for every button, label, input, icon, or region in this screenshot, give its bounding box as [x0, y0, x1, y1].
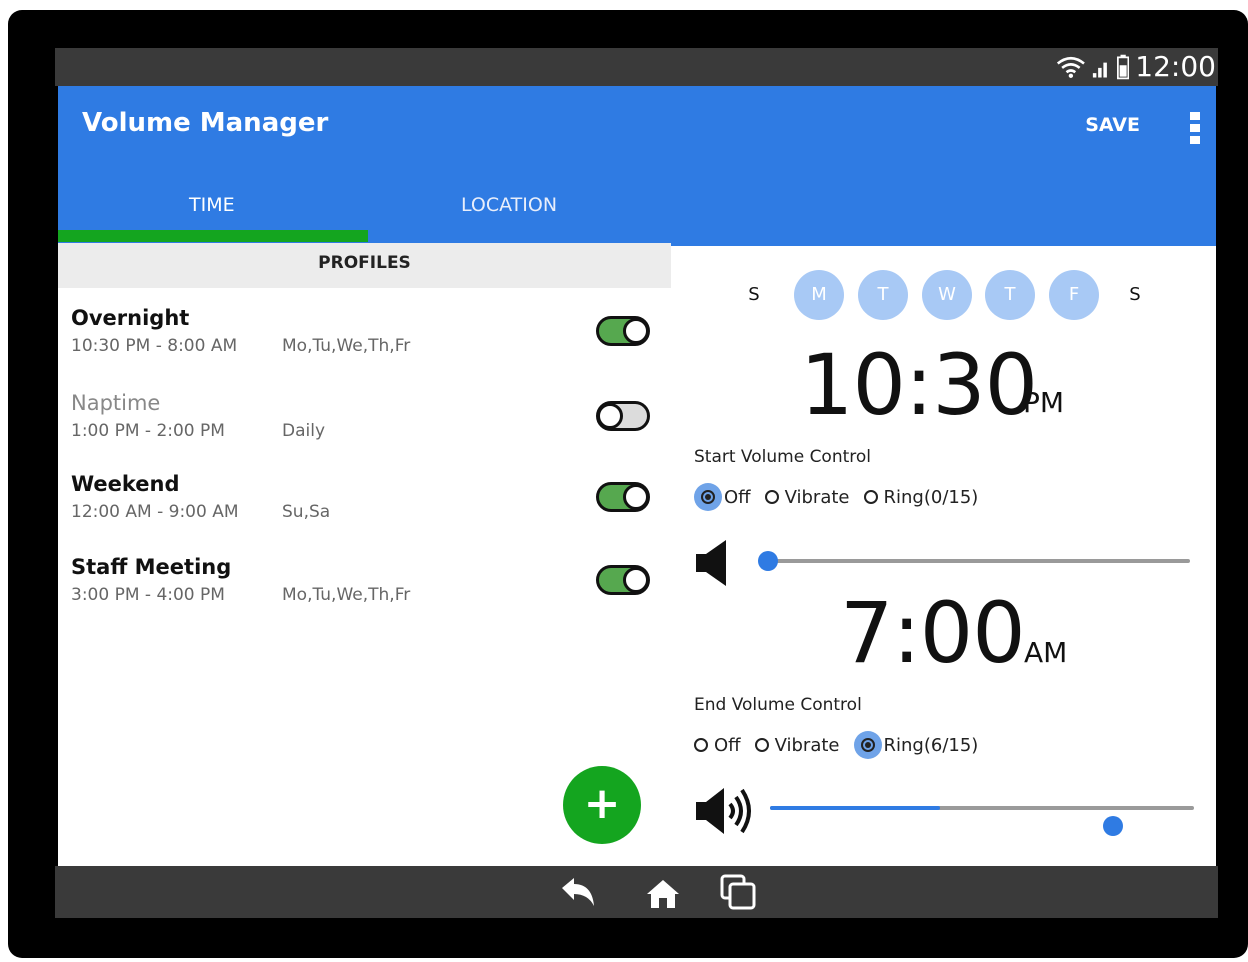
end-ring-value: (6/15): [923, 734, 979, 756]
profile-name: Weekend: [71, 472, 180, 496]
start-volume-slider[interactable]: [758, 551, 1190, 571]
profile-time: 10:30 PM - 8:00 AM: [71, 336, 238, 356]
radio-icon: [863, 490, 878, 504]
signal-icon: [1092, 62, 1107, 78]
end-option-vibrate[interactable]: Vibrate: [754, 735, 840, 756]
end-option-ring[interactable]: Ring (6/15): [853, 731, 979, 759]
navigation-bar: [55, 866, 1218, 918]
day-wednesday[interactable]: W: [922, 270, 972, 320]
tab-time[interactable]: TIME: [189, 194, 235, 216]
profile-days: Daily: [282, 421, 326, 441]
start-option-vibrate[interactable]: Vibrate: [764, 487, 850, 508]
end-volume-label: End Volume Control: [694, 695, 862, 715]
profile-days: Mo,Tu,We,Th,Fr: [282, 585, 411, 605]
speaker-loud-icon: [696, 788, 751, 834]
profile-item-naptime[interactable]: Naptime 1:00 PM - 2:00 PM Daily: [58, 391, 671, 461]
start-option-ring[interactable]: Ring (0/15): [863, 486, 979, 508]
status-bar: 12:00: [55, 48, 1218, 86]
battery-icon: [1117, 54, 1130, 80]
end-volume-fill: [770, 806, 940, 810]
start-ampm[interactable]: PM: [1023, 386, 1064, 419]
add-profile-button[interactable]: +: [563, 766, 641, 844]
day-tuesday[interactable]: T: [858, 270, 908, 320]
profile-toggle[interactable]: [596, 401, 650, 431]
start-ring-value: (0/15): [923, 486, 979, 508]
end-time[interactable]: 7:00: [840, 584, 1026, 682]
recent-apps-icon[interactable]: [718, 872, 758, 912]
end-volume-thumb[interactable]: [1103, 816, 1123, 836]
day-saturday[interactable]: S: [1110, 270, 1160, 320]
profile-item-weekend[interactable]: Weekend 12:00 AM - 9:00 AM Su,Sa: [58, 472, 671, 542]
profile-time: 1:00 PM - 2:00 PM: [71, 421, 225, 441]
profile-days: Mo,Tu,We,Th,Fr: [282, 336, 411, 356]
day-monday[interactable]: M: [794, 270, 844, 320]
profile-toggle[interactable]: [596, 482, 650, 512]
radio-icon: [764, 490, 779, 504]
tab-location[interactable]: LOCATION: [461, 194, 557, 216]
start-volume-options: Off Vibrate Ring (0/15): [694, 483, 992, 511]
save-button[interactable]: SAVE: [1085, 114, 1140, 136]
end-ampm[interactable]: AM: [1024, 636, 1067, 669]
profile-name: Overnight: [71, 306, 190, 330]
wifi-icon: [1056, 56, 1085, 78]
profile-item-staff-meeting[interactable]: Staff Meeting 3:00 PM - 4:00 PM Mo,Tu,We…: [58, 555, 671, 625]
profile-time: 3:00 PM - 4:00 PM: [71, 585, 225, 605]
day-friday[interactable]: F: [1049, 270, 1099, 320]
home-icon[interactable]: [643, 872, 683, 912]
start-volume-label: Start Volume Control: [694, 447, 872, 467]
radio-icon: [860, 738, 875, 752]
profile-toggle[interactable]: [596, 565, 650, 595]
day-sunday[interactable]: S: [729, 270, 779, 320]
app-title: Volume Manager: [82, 108, 329, 138]
radio-icon: [754, 738, 769, 752]
start-time[interactable]: 10:30: [800, 336, 1038, 434]
profile-item-overnight[interactable]: Overnight 10:30 PM - 8:00 AM Mo,Tu,We,Th…: [58, 306, 671, 376]
profile-name: Naptime: [71, 391, 161, 415]
back-icon[interactable]: [558, 872, 598, 912]
app-screen: Volume Manager SAVE TIME LOCATION PROFIL…: [58, 86, 1216, 866]
status-time: 12:00: [1135, 51, 1216, 83]
end-volume-slider[interactable]: [770, 806, 1194, 810]
start-volume-thumb[interactable]: [758, 551, 778, 571]
profile-toggle[interactable]: [596, 316, 650, 346]
start-option-off[interactable]: Off: [694, 483, 751, 511]
end-option-off[interactable]: Off: [694, 735, 741, 756]
radio-icon: [694, 738, 708, 752]
end-volume-options: Off Vibrate Ring (6/15): [694, 731, 992, 759]
speaker-mute-icon: [696, 540, 726, 586]
profile-days: Su,Sa: [282, 502, 331, 522]
day-thursday[interactable]: T: [985, 270, 1035, 320]
radio-icon: [701, 490, 715, 504]
profile-name: Staff Meeting: [71, 555, 232, 579]
profiles-header: PROFILES: [58, 243, 671, 288]
tab-indicator: [58, 230, 368, 242]
profile-time: 12:00 AM - 9:00 AM: [71, 502, 239, 522]
more-options-icon[interactable]: [1190, 112, 1200, 144]
detail-app-bar: [671, 86, 1216, 246]
